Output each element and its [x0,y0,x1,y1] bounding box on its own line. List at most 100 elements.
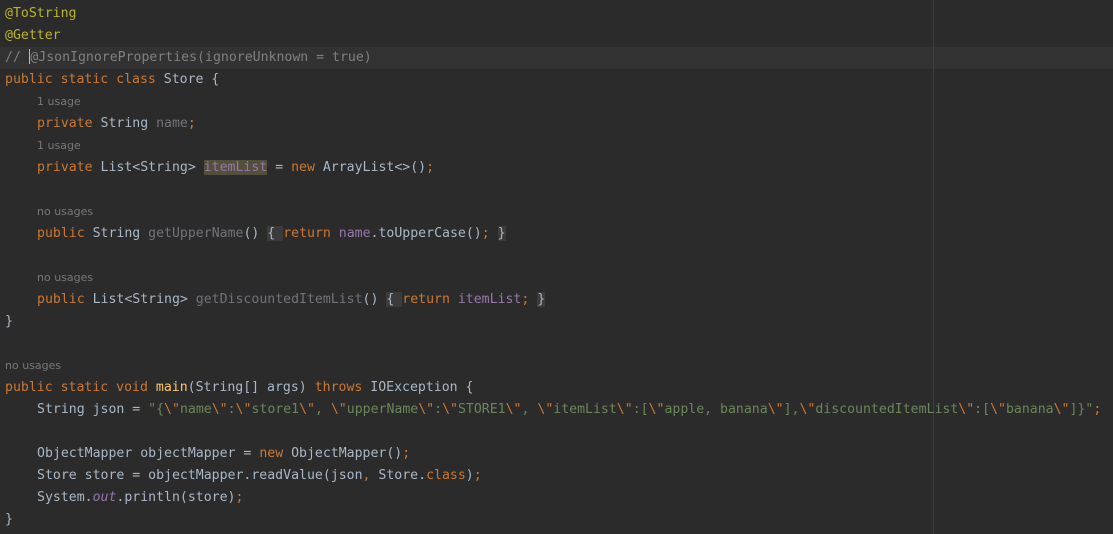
str-part: ]}" [1069,402,1094,417]
code-line-9[interactable]: } [5,311,1111,333]
code-line-5[interactable]: private String name; [5,113,1113,135]
params: () [243,226,260,241]
constructor-call: ObjectMapper() [283,446,403,461]
statement: Store store = objectMapper.readValue(jso… [37,468,363,483]
keyword-return: return [283,226,331,241]
usage-hint-name[interactable]: 1 usage [5,91,81,113]
params: () [362,292,379,307]
field-itemlist-highlighted: itemList [203,160,268,175]
escape: \" [211,402,228,417]
usage-hint-getuppername[interactable]: no usages [5,201,93,223]
params: (String[] args) [187,380,315,395]
str-part: , [521,402,538,417]
usage-hint-getdiscounted[interactable]: no usages [5,267,93,289]
method-name: getDiscountedItemList [195,292,363,307]
semicolon: ; [426,160,435,175]
escape: \" [442,402,458,417]
semicolon: ; [402,446,411,461]
code-line-2[interactable]: @Getter [5,25,1111,47]
code-editor[interactable]: @ToString @Getter // @JsonIgnoreProperti… [0,0,1113,534]
statement: ) [465,468,474,483]
str-part: , [314,402,331,417]
keyword-new: new [259,446,284,461]
str-part: "{ [148,402,165,417]
str-part: itemList [553,402,617,417]
statement: .println(store) [116,490,236,505]
escape: \" [505,402,522,417]
escape: \" [767,402,784,417]
escape: \" [235,402,252,417]
usage-hint-main[interactable]: no usages [5,355,61,377]
field-ref: name [338,226,371,241]
keyword: public static class [5,72,156,87]
brace: } [497,226,506,241]
brace: { [386,292,403,307]
keyword: public [37,226,85,241]
escape: \" [1053,402,1070,417]
keyword-return: return [402,292,450,307]
usage-hint-itemlist[interactable]: 1 usage [5,135,81,157]
json-string: "{\"name\":\"store1\", \"upperName\":\"S… [148,402,1093,417]
escape: \" [330,402,347,417]
code-line-7[interactable]: public String getUpperName() { return na… [5,223,1113,245]
code-line-8[interactable]: public List<String> getDiscountedItemLis… [5,289,1113,311]
keyword: public static void [5,380,148,395]
str-part: : [227,402,236,417]
escape: \" [537,402,554,417]
semicolon: ; [1093,402,1102,417]
comment-text: @JsonIgnoreProperties(ignoreUnknown = tr… [30,50,372,65]
code-line-14[interactable]: System.out.println(store); [5,487,1113,509]
code-line-3[interactable]: // @JsonIgnoreProperties(ignoreUnknown =… [5,47,1111,69]
brace: } [537,292,546,307]
str-part: ], [783,402,800,417]
folded-block-open[interactable]: { [386,292,403,307]
folded-block-open[interactable]: { [267,226,284,241]
annotation-tostring: @ToString [5,6,77,21]
type-name: String [84,226,149,241]
str-part: banana [1005,402,1054,417]
escape: \" [990,402,1006,417]
escape: \" [164,402,180,417]
variable-declaration: String json = [37,402,149,417]
code-line-13[interactable]: Store store = objectMapper.readValue(jso… [5,465,1113,487]
code-line-12[interactable]: ObjectMapper objectMapper = new ObjectMa… [5,443,1113,465]
folded-block-close[interactable]: } [537,292,546,307]
str-part: STORE1 [457,402,506,417]
brace: { [267,226,284,241]
method-call: .toUpperCase() [370,226,482,241]
code-line-6[interactable]: private List<String> itemList = new Arra… [5,157,1113,179]
folded-block-close[interactable]: } [497,226,506,241]
code-line-4[interactable]: public static class Store { [5,69,1111,91]
str-part: discountedItemList [815,402,959,417]
escape: \" [299,402,315,417]
semicolon: ; [235,490,244,505]
code-line-1[interactable]: @ToString [5,3,1111,25]
field-name: name [156,116,188,131]
escape: \" [799,402,816,417]
constructor-call: ArrayList<>() [314,160,427,175]
annotation-getter: @Getter [5,28,61,43]
str-part: store1 [251,402,300,417]
escape: \" [418,402,435,417]
semicolon: ; [473,468,482,483]
semicolon: ; [187,116,196,131]
keyword: private [37,160,93,175]
assign: = [267,160,292,175]
str-part: : [434,402,443,417]
keyword-class: class [426,468,466,483]
field-ref: itemList [457,292,522,307]
method-name: getUpperName [148,226,244,241]
str-part: :[ [974,402,991,417]
code-line-10[interactable]: public static void main(String[] args) t… [5,377,1111,399]
code-line-15[interactable]: } [5,509,1111,531]
type-name: List<String> [92,160,204,175]
keyword: private [37,116,93,131]
closing-brace: } [5,314,13,329]
statement: Store. [370,468,427,483]
code-line-11[interactable]: String json = "{\"name\":\"store1\", \"u… [5,399,1113,421]
str-part: :[ [632,402,649,417]
exception-type: IOException { [362,380,474,395]
str-part: apple, banana [664,402,768,417]
escape: \" [648,402,665,417]
